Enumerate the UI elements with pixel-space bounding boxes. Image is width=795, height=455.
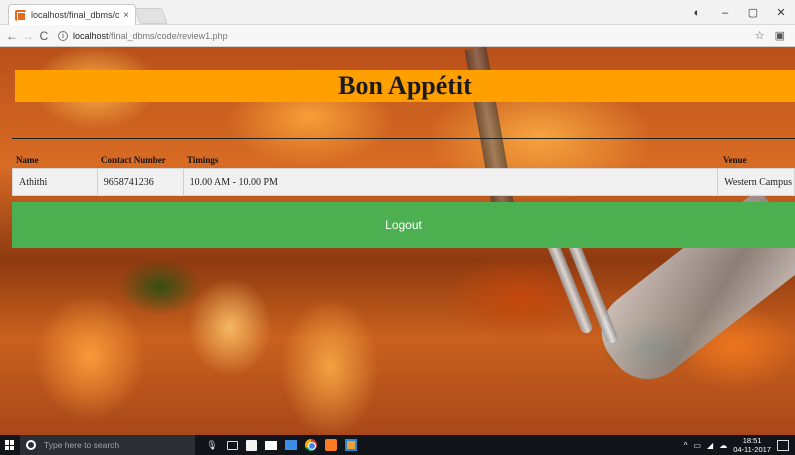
mail-icon[interactable] [265,440,277,450]
start-button[interactable] [0,435,20,455]
address-bar: ← → C i localhost/final_dbms/code/review… [0,25,795,47]
clock-date: 04-11-2017 [733,445,771,454]
search-placeholder: Type here to search [44,440,120,450]
action-center-icon[interactable] [777,439,789,451]
site-info-icon[interactable]: i [58,30,68,41]
cortana-icon [26,440,36,450]
browser-tabstrip: localhost/final_dbms/co × ◐ – ▢ ✕ [0,0,795,25]
system-tray: ^ ▭ ◢ ☁ 18:51 04-11-2017 [684,436,795,454]
app-icon[interactable] [345,439,357,451]
minimize-button[interactable]: – [711,7,739,19]
table-header-row: Name Contact Number Timings Venue [12,140,795,168]
new-tab-button[interactable] [134,8,168,24]
header-timings: Timings [187,155,219,165]
photos-icon[interactable] [285,440,297,450]
tab-close-icon[interactable]: × [123,10,129,21]
clock[interactable]: 18:51 04-11-2017 [733,436,771,454]
cell-venue: Western Campus [724,176,792,188]
windows-taskbar: Type here to search 🎙 ^ ▭ ◢ ☁ 18:51 04-1… [0,435,795,455]
browser-tab[interactable]: localhost/final_dbms/co × [8,4,136,25]
logout-button[interactable]: Logout [12,202,795,248]
window-controls: ◐ – ▢ ✕ [683,0,795,25]
info-table: Name Contact Number Timings Venue Athith… [12,140,795,196]
extension-icon[interactable]: ▣ [775,29,785,42]
url-field[interactable]: i localhost/final_dbms/code/review1.php [58,27,755,45]
table-top-border [12,138,795,139]
xampp-icon[interactable] [325,439,337,451]
close-window-button[interactable]: ✕ [767,6,795,19]
cell-contact-number: 9658741236 [98,169,184,195]
header-contact-number: Contact Number [101,155,166,165]
store-icon[interactable] [246,439,257,451]
header-name: Name [16,155,39,165]
network-icon[interactable]: ▭ [693,441,701,450]
url-path: /final_dbms/code/review1.php [108,30,228,41]
onedrive-icon[interactable]: ☁ [719,441,727,450]
clock-time: 18:51 [742,436,762,445]
page-title: Bon Appétit [338,71,472,100]
cell-timings: 10.00 AM - 10.00 PM [184,169,719,195]
forward-button[interactable]: → [20,29,36,43]
page-content: Bon Appétit Name Contact Number Timings … [0,47,795,435]
volume-icon[interactable]: ◢ [707,441,713,450]
url-host: localhost [73,30,109,41]
profile-icon[interactable]: ◐ [683,7,711,19]
title-banner: Bon Appétit [15,70,795,102]
taskbar-apps: 🎙 [205,438,357,452]
table-row: Athithi 9658741236 10.00 AM - 10.00 PM W… [12,168,795,196]
bookmark-star-icon[interactable]: ☆ [755,29,765,42]
xampp-favicon-icon [15,9,26,21]
reload-button[interactable]: C [36,29,52,43]
task-view-icon[interactable] [227,440,238,450]
back-button[interactable]: ← [4,29,20,43]
maximize-button[interactable]: ▢ [739,6,767,19]
taskbar-search-box[interactable]: Type here to search [20,435,195,455]
tray-expand-icon[interactable]: ^ [684,441,688,450]
chrome-icon[interactable] [305,439,317,451]
tab-title: localhost/final_dbms/co [31,10,120,20]
microphone-icon[interactable]: 🎙 [205,438,219,452]
cell-name: Athithi [13,169,98,195]
windows-logo-icon [5,440,15,450]
header-venue: Venue [723,155,747,165]
